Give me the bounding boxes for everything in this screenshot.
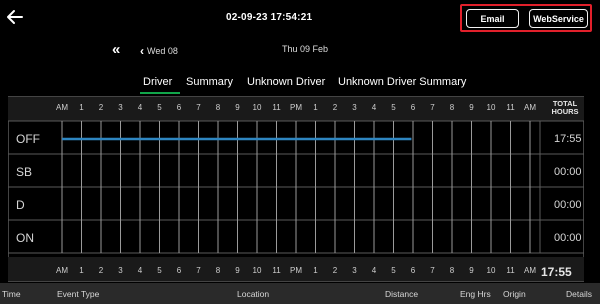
log-graph xyxy=(8,120,584,254)
col-distance[interactable]: Distance xyxy=(385,289,418,299)
col-eng-hrs[interactable]: Eng Hrs xyxy=(460,289,491,299)
col-event-type[interactable]: Event Type xyxy=(57,289,99,299)
col-details[interactable]: Details xyxy=(566,289,592,299)
col-time[interactable]: Time xyxy=(2,289,21,299)
col-origin[interactable]: Origin xyxy=(503,289,526,299)
event-table-header: Time Event Type Location Distance Eng Hr… xyxy=(0,283,600,304)
col-location[interactable]: Location xyxy=(237,289,269,299)
